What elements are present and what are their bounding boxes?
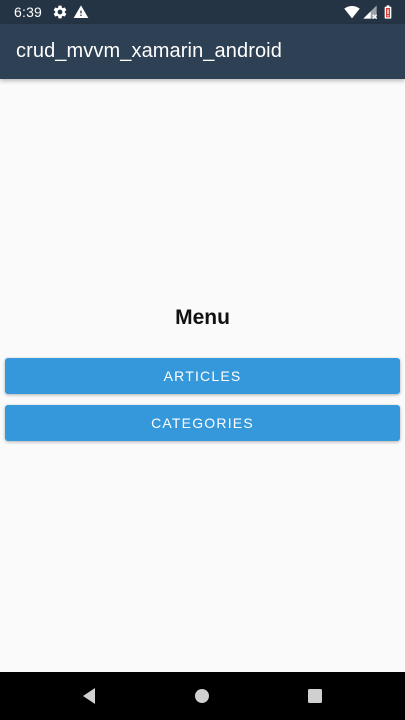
status-bar: 6:39 xyxy=(0,0,405,24)
gear-icon xyxy=(52,4,68,20)
status-time: 6:39 xyxy=(14,4,43,20)
back-icon[interactable] xyxy=(78,684,102,708)
navigation-bar xyxy=(0,672,405,720)
categories-button[interactable]: CATEGORIES xyxy=(5,405,400,441)
app-bar: crud_mvvm_xamarin_android xyxy=(0,24,405,79)
wifi-icon xyxy=(344,4,360,20)
signal-icon xyxy=(362,4,378,20)
articles-button[interactable]: ARTICLES xyxy=(5,358,400,394)
warning-icon xyxy=(73,4,89,20)
menu-heading: Menu xyxy=(175,306,230,329)
battery-icon xyxy=(380,4,396,20)
home-icon[interactable] xyxy=(190,684,214,708)
app-title: crud_mvvm_xamarin_android xyxy=(16,40,282,62)
main-content: Menu ARTICLES CATEGORIES xyxy=(0,79,405,672)
recents-icon[interactable] xyxy=(303,684,327,708)
